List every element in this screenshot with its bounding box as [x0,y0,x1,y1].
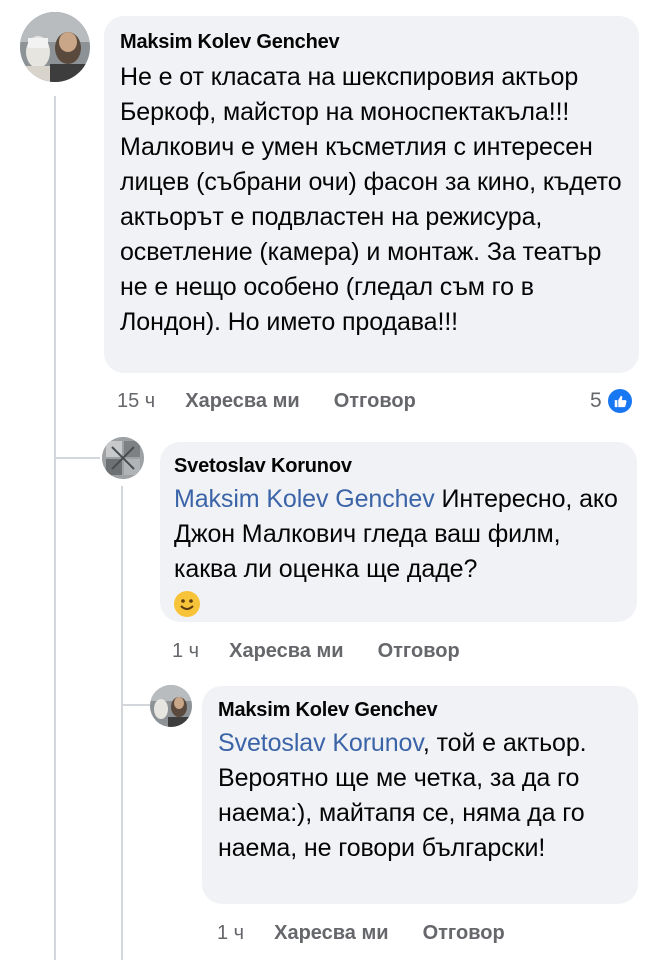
like-button[interactable]: Харесва ми [185,390,299,413]
comment-bubble: Maksim Kolev Genchev Не е от класата на … [104,16,639,373]
reaction-count-value: 5 [590,389,602,412]
smiley-emoji-icon [174,591,200,617]
comment-time[interactable]: 1 ч [172,640,199,663]
thread-line-reply [121,486,123,960]
comment-text: Maksim Kolev Genchev Интересно, ако Джон… [174,482,623,587]
thumbs-up-icon [605,387,634,415]
comment-author[interactable]: Svetoslav Korunov [174,454,623,478]
comment-author[interactable]: Maksim Kolev Genchev [120,30,629,54]
reaction-count[interactable]: 5 [590,387,634,415]
comment-time[interactable]: 1 ч [217,922,244,945]
comment-text: Svetoslav Korunov, той е актьор. Вероятн… [218,726,624,866]
comment-bubble: Maksim Kolev Genchev Svetoslav Korunov, … [202,686,638,904]
reply-button[interactable]: Отговор [334,390,416,413]
like-button[interactable]: Харесва ми [229,640,343,663]
mention-link[interactable]: Svetoslav Korunov [218,729,423,757]
emoji-row [174,591,623,617]
comment-actions: 1 ч Харесва ми Отговор [217,922,505,945]
avatar[interactable] [20,12,90,82]
reply-button[interactable]: Отговор [423,922,505,945]
avatar[interactable] [102,437,144,479]
mention-link[interactable]: Maksim Kolev Genchev [174,485,435,513]
comment-text: Не е от класата на шекспировия актьор Бе… [120,63,622,336]
like-button[interactable]: Харесва ми [274,922,388,945]
thread-line-branch-1 [56,457,100,459]
comment-time[interactable]: 15 ч [117,390,155,413]
avatar[interactable] [150,685,192,727]
comment-actions: 15 ч Харесва ми Отговор [117,390,416,413]
reply-button[interactable]: Отговор [378,640,460,663]
comment-author[interactable]: Maksim Kolev Genchev [218,698,624,722]
comment-bubble: Svetoslav Korunov Maksim Kolev Genchev И… [160,442,637,622]
comment-actions: 1 ч Харесва ми Отговор [172,640,460,663]
thread-line-main [54,96,56,960]
thread-line-branch-2 [123,704,151,706]
